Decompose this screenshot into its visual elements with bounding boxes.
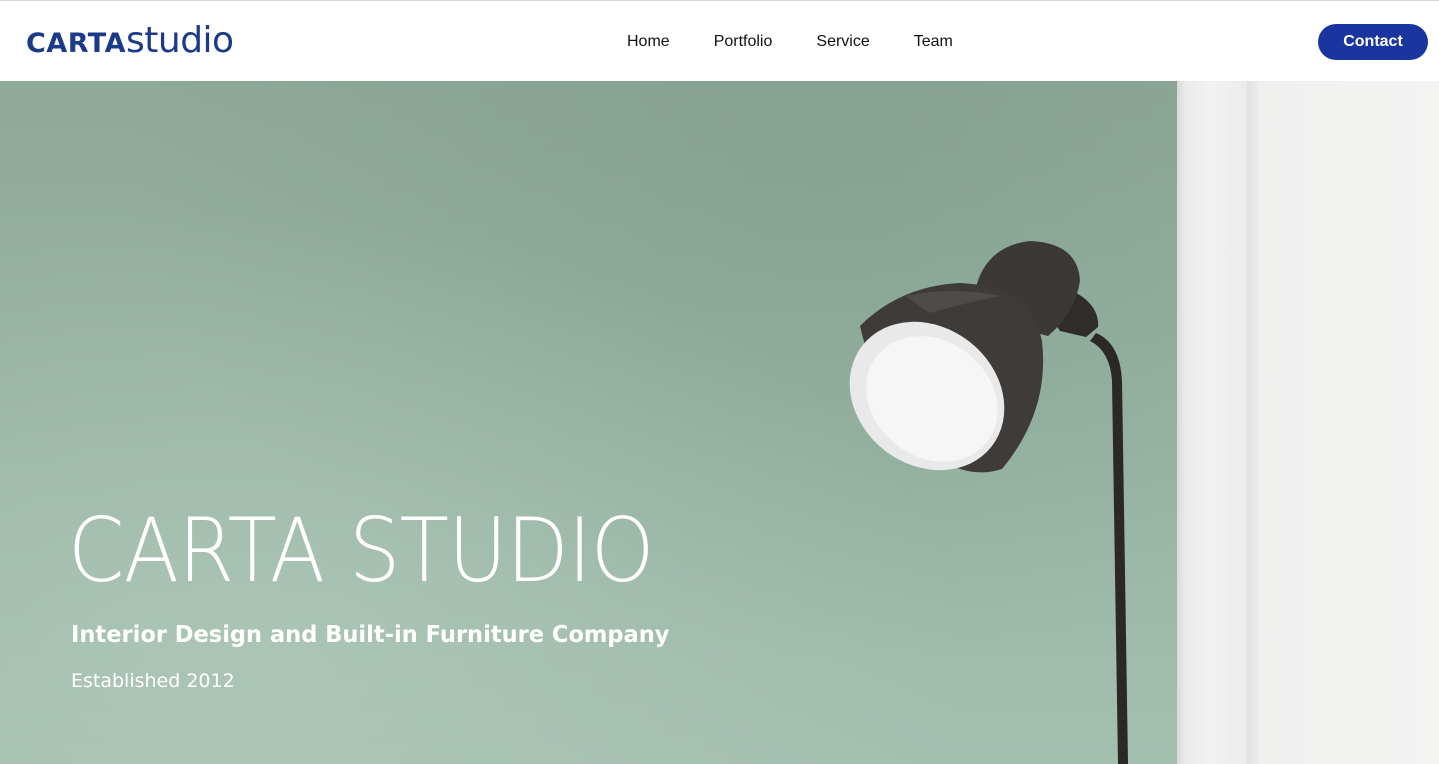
site-header: CARTA studio Home Portfolio Service Team… <box>0 0 1439 81</box>
nav-home[interactable]: Home <box>627 32 670 52</box>
contact-button[interactable]: Contact <box>1318 24 1428 60</box>
logo-wordmark-light: studio <box>126 20 234 61</box>
hero-subtitle: Interior Design and Built-in Furniture C… <box>71 622 670 648</box>
hero-title: CARTA STUDIO <box>68 499 654 602</box>
nav-portfolio[interactable]: Portfolio <box>714 32 773 52</box>
nav-team[interactable]: Team <box>914 32 953 52</box>
main-nav: Home Portfolio Service Team <box>627 32 953 52</box>
floor-lamp-image <box>849 241 1128 764</box>
nav-service[interactable]: Service <box>816 32 869 52</box>
hero-established: Established 2012 <box>71 670 235 692</box>
hero-section: CARTA STUDIO Interior Design and Built-i… <box>0 81 1439 764</box>
logo[interactable]: CARTA studio <box>26 20 234 61</box>
logo-wordmark-bold: CARTA <box>26 28 127 59</box>
lamp-pole <box>1090 333 1128 764</box>
